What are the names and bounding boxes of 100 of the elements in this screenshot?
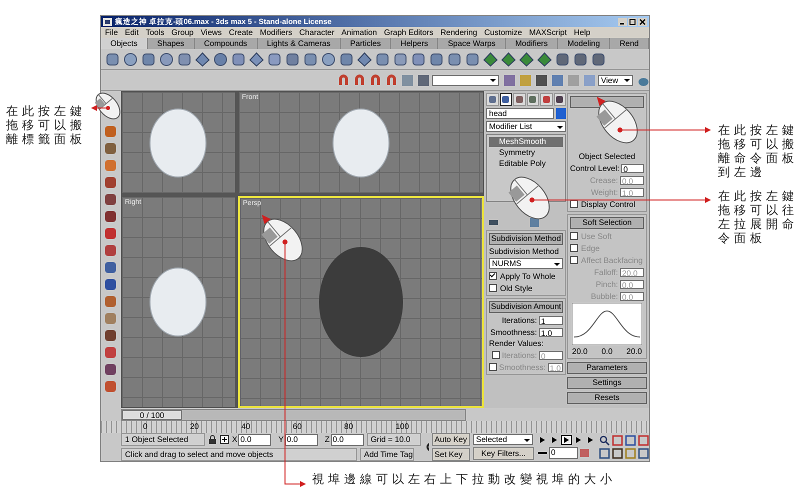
rollout-header[interactable]: Settings (567, 377, 647, 389)
tab[interactable]: Modeling (558, 38, 610, 49)
modifier-list-dropdown[interactable]: Modifier List (486, 121, 566, 132)
diamond-icon[interactable] (501, 52, 516, 66)
tool-icon[interactable] (104, 244, 118, 257)
tool-icon[interactable] (104, 227, 118, 240)
magnet-icon[interactable] (336, 72, 349, 88)
shape-icon[interactable] (429, 52, 444, 66)
shape-icon[interactable] (231, 52, 246, 66)
checkbox[interactable]: Display Control (570, 199, 644, 209)
key-mode-dropdown[interactable]: Selected (473, 434, 533, 445)
tab[interactable]: Objects (101, 38, 148, 49)
coordinate-field[interactable]: 0.0 (330, 434, 364, 446)
sphere-icon[interactable] (123, 52, 138, 66)
menu-item[interactable]: Rendering (440, 28, 478, 37)
shape-icon[interactable] (159, 52, 174, 66)
menu-item[interactable]: Animation (341, 28, 377, 37)
tool-icon[interactable] (104, 261, 118, 274)
navigation-icon[interactable] (599, 448, 610, 459)
tab[interactable]: Compounds (194, 38, 258, 49)
panel-tab[interactable] (500, 93, 512, 106)
shape-icon[interactable] (465, 52, 480, 66)
viewport[interactable] (120, 91, 236, 194)
frame-counter[interactable]: 0 / 100 (122, 410, 182, 420)
shape-icon[interactable] (195, 52, 210, 66)
checkbox[interactable]: Old Style (489, 283, 563, 293)
menu-item[interactable]: Views (200, 28, 222, 37)
search-icon[interactable] (599, 435, 610, 446)
frame-field[interactable]: 0 (549, 447, 578, 459)
menu-item[interactable]: Graph Editors (384, 28, 434, 37)
tool-icon[interactable] (104, 142, 118, 155)
menu-item[interactable]: Modifiers (260, 28, 292, 37)
panel-tab[interactable] (554, 93, 566, 106)
tool-icon[interactable] (104, 176, 118, 189)
rollout-header[interactable]: Parameters (567, 362, 647, 374)
menu-item[interactable]: Character (299, 28, 334, 37)
plus-icon[interactable] (220, 435, 229, 444)
navigation-icon[interactable] (625, 435, 636, 446)
shape-icon[interactable] (303, 52, 318, 66)
tool-icon[interactable] (104, 363, 118, 376)
menu-item[interactable]: Help (574, 28, 590, 37)
shape-icon[interactable] (357, 52, 372, 66)
menu-item[interactable]: File (105, 28, 118, 37)
tool-icon[interactable] (104, 346, 118, 359)
diamond-icon[interactable] (537, 52, 552, 66)
shape-icon[interactable] (375, 52, 390, 66)
configure-icon[interactable] (529, 217, 540, 228)
tool-icon[interactable] (416, 72, 429, 88)
menu-item[interactable]: Create (228, 28, 253, 37)
navigation-icon[interactable] (612, 435, 623, 446)
tool-icon[interactable] (104, 210, 118, 223)
timeline-ruler[interactable]: 0 20 40 60 80 100 (101, 421, 649, 433)
spinner-field[interactable]: 1.0 (539, 328, 563, 336)
dropdown-field[interactable] (432, 74, 500, 86)
shape-icon[interactable] (447, 52, 462, 66)
tool-icon[interactable] (104, 329, 118, 342)
menu-item[interactable]: MAXScript (529, 28, 567, 37)
add-time-tag-button[interactable]: Add Time Tag (360, 448, 414, 461)
shape-icon[interactable] (339, 52, 354, 66)
tool-icon[interactable] (104, 125, 118, 138)
tab[interactable]: Rend (610, 38, 649, 49)
shape-icon[interactable] (267, 52, 282, 66)
maximize-icon[interactable] (628, 18, 637, 26)
spinner-field[interactable]: 0 (621, 164, 644, 172)
sphere-icon[interactable] (321, 52, 336, 66)
menu-item[interactable]: Customize (484, 28, 522, 37)
checkbox[interactable]: Apply To Whole (489, 271, 563, 281)
tool-icon[interactable] (534, 72, 548, 88)
tab[interactable]: Shapes (148, 38, 195, 49)
tool-icon[interactable] (104, 380, 118, 393)
lock-icon[interactable] (208, 435, 217, 444)
shape-icon[interactable] (177, 52, 192, 66)
shape-icon[interactable] (213, 52, 228, 66)
diamond-icon[interactable] (483, 52, 498, 66)
tool-icon[interactable] (573, 52, 588, 66)
method-dropdown[interactable]: NURMS (489, 258, 563, 269)
tool-icon[interactable] (104, 295, 118, 308)
spinner-field[interactable]: 1 (539, 316, 563, 324)
rollout-header[interactable]: Subdivision Method (489, 233, 563, 245)
stack-item[interactable]: MeshSmooth (489, 137, 563, 147)
tool-icon[interactable] (104, 278, 118, 291)
shape-icon[interactable] (141, 52, 156, 66)
tab[interactable]: Lights & Cameras (258, 38, 341, 49)
shape-icon[interactable] (393, 52, 408, 66)
menu-item[interactable]: Edit (124, 28, 139, 37)
shape-icon[interactable] (285, 52, 300, 66)
rollout-header[interactable]: Resets (567, 392, 647, 404)
time-slider-track[interactable]: 0 / 100 (121, 408, 466, 420)
tool-icon[interactable] (104, 193, 118, 206)
stack-item[interactable]: Editable Poly (489, 159, 563, 169)
coordinate-field[interactable]: 0.0 (284, 434, 318, 446)
tab[interactable]: Space Warps (438, 38, 506, 49)
tab[interactable]: Modifiers (506, 38, 558, 49)
navigation-icon[interactable] (638, 435, 649, 446)
stack-item[interactable]: Symmetry (489, 148, 563, 158)
rollout-header[interactable]: Soft Selection (570, 217, 644, 229)
navigation-icon[interactable] (612, 448, 623, 459)
diamond-icon[interactable] (519, 52, 534, 66)
menu-item[interactable]: Tools (146, 28, 164, 37)
color-swatch[interactable] (556, 108, 566, 119)
